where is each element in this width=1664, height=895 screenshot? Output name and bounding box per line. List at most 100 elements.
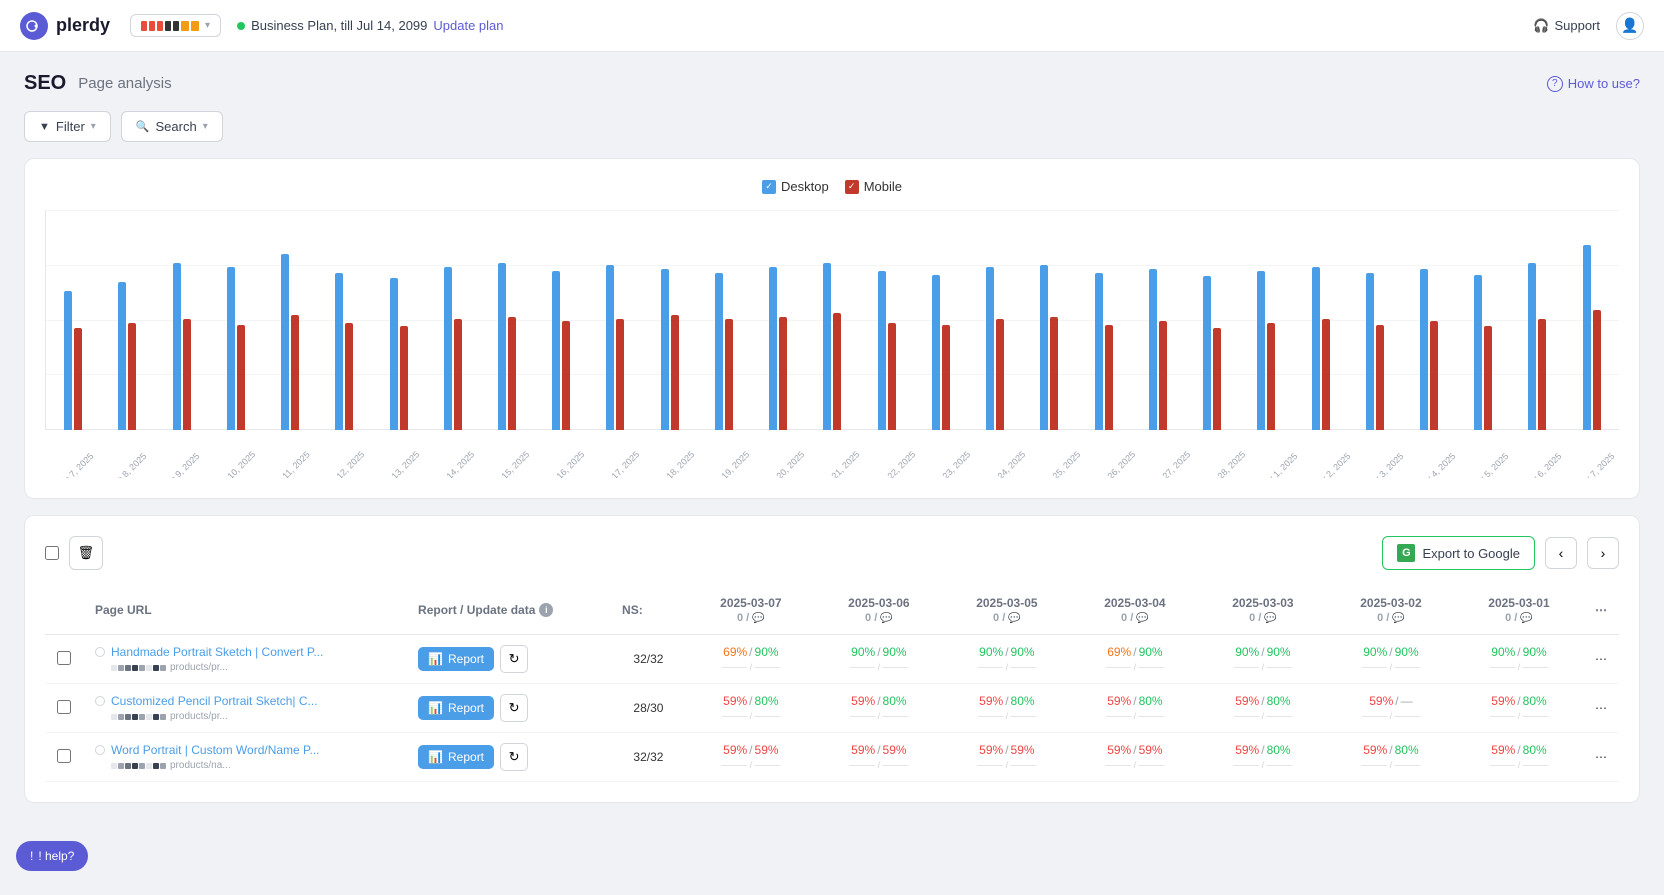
bar-mobile <box>1213 328 1221 430</box>
thumb-bar <box>111 665 117 671</box>
bar-desktop <box>335 273 343 430</box>
bar-mobile <box>671 315 679 430</box>
update-plan-link[interactable]: Update plan <box>433 18 503 33</box>
support-button[interactable]: 🎧 Support <box>1533 18 1600 34</box>
thumb-bar <box>160 665 166 671</box>
table-body: Handmade Portrait Sketch | Convert P... … <box>45 635 1619 782</box>
bar-desktop <box>118 282 126 430</box>
score-cell-1-3: 59%/80%──── / ──── <box>1071 684 1199 733</box>
table-header-row: Page URL Report / Update data i NS: 2025… <box>45 586 1619 635</box>
table-toolbar: 🗑 G Export to Google ‹ › <box>45 536 1619 570</box>
bar-mobile <box>291 315 299 430</box>
score-mobile: 80% <box>755 694 779 708</box>
chevron-down-icon: ▾ <box>91 121 96 132</box>
row-checkbox-2[interactable] <box>57 749 71 763</box>
bar-group <box>534 271 588 430</box>
more-cell[interactable]: ⋯ <box>1583 635 1619 684</box>
url-title-1[interactable]: Customized Pencil Portrait Sketch| C... <box>111 694 318 708</box>
select-all-checkbox[interactable] <box>45 546 59 560</box>
support-label: Support <box>1554 18 1600 33</box>
score-desktop: 59% <box>723 694 747 708</box>
bar-mobile <box>237 325 245 430</box>
chart-legend: ✓ Desktop ✓ Mobile <box>45 179 1619 194</box>
bar-group <box>751 267 805 430</box>
row-checkbox-1[interactable] <box>57 700 71 714</box>
chart-x-label: Feb 13, 2025 <box>376 449 422 478</box>
bar-group <box>588 265 642 430</box>
score-desktop: 59% <box>979 694 1003 708</box>
refresh-button-1[interactable]: ↻ <box>500 694 528 722</box>
bar-mobile <box>128 323 136 430</box>
bar-desktop <box>1583 245 1591 430</box>
help-button[interactable]: ! ! help? <box>16 841 88 871</box>
chart-panel: ✓ Desktop ✓ Mobile <box>24 158 1640 499</box>
chart-x-label: Mar 3, 2025 <box>1362 449 1406 478</box>
user-profile-button[interactable]: 👤 <box>1616 12 1644 40</box>
bar-mobile <box>1430 321 1438 430</box>
url-title-2[interactable]: Word Portrait | Custom Word/Name P... <box>111 743 320 757</box>
plan-selector[interactable]: ▾ <box>130 14 221 37</box>
score-cell-1-2: 59%/80%──── / ──── <box>943 684 1071 733</box>
circle-indicator <box>95 745 105 755</box>
thumb-bar <box>146 665 152 671</box>
refresh-button-0[interactable]: ↻ <box>500 645 528 673</box>
bar-desktop <box>281 254 289 430</box>
report-button-0[interactable]: 📊 Report <box>418 647 494 671</box>
chart-x-label: Mar 6, 2025 <box>1521 449 1565 478</box>
next-page-button[interactable]: › <box>1587 537 1619 569</box>
delete-button[interactable]: 🗑 <box>69 536 103 570</box>
filter-button[interactable]: ▼ Filter ▾ <box>24 111 111 142</box>
search-button[interactable]: 🔍 Search ▾ <box>121 111 223 142</box>
bar-group <box>1022 265 1076 430</box>
search-icon: 🔍 <box>136 120 150 133</box>
report-button-2[interactable]: 📊 Report <box>418 745 494 769</box>
th-ns: NS: <box>610 586 687 635</box>
score-desktop: 59% <box>723 743 747 757</box>
bar-desktop <box>606 265 614 430</box>
bar-mobile <box>1322 319 1330 430</box>
score-desktop: 90% <box>851 645 875 659</box>
table-row: Customized Pencil Portrait Sketch| C... … <box>45 684 1619 733</box>
bar-desktop <box>823 263 831 430</box>
score-cell-0-3: 69%/90%──── / ──── <box>1071 635 1199 684</box>
bar-mobile <box>400 326 408 430</box>
prev-page-button[interactable]: ‹ <box>1545 537 1577 569</box>
bar-mobile <box>942 325 950 430</box>
thumb-bar <box>118 665 124 671</box>
more-cell[interactable]: ⋯ <box>1583 684 1619 733</box>
chart-x-label: Feb 16, 2025 <box>541 449 587 478</box>
google-icon: G <box>1397 544 1415 562</box>
score-cell-2-0: 59%/59%──── / ──── <box>687 733 815 782</box>
row-checkbox-0[interactable] <box>57 651 71 665</box>
bar-desktop <box>661 269 669 430</box>
bar-desktop <box>1528 263 1536 430</box>
report-button-1[interactable]: 📊 Report <box>418 696 494 720</box>
score-mobile: 80% <box>1139 694 1163 708</box>
refresh-button-2[interactable]: ↻ <box>500 743 528 771</box>
thumb-bar <box>153 714 159 720</box>
score-desktop: 69% <box>1107 645 1131 659</box>
bar-mobile <box>1376 325 1384 430</box>
bar-group <box>317 273 371 430</box>
how-to-use-link[interactable]: ? How to use? <box>1547 76 1640 92</box>
logo-icon <box>20 12 48 40</box>
legend-desktop-label: Desktop <box>781 179 829 194</box>
score-mobile: 80% <box>1395 743 1419 757</box>
info-icon[interactable]: i <box>539 603 553 617</box>
score-mobile: 90% <box>1523 645 1547 659</box>
thumb-bar <box>111 763 117 769</box>
url-path-2: products/na... <box>170 760 231 771</box>
url-path-1: products/pr... <box>170 711 228 722</box>
bar-group <box>46 291 100 430</box>
score-cell-2-3: 59%/59%──── / ──── <box>1071 733 1199 782</box>
chart-x-label: Feb 19, 2025 <box>706 449 752 478</box>
chart-x-label: Feb 22, 2025 <box>872 449 918 478</box>
score-cell-0-6: 90%/90%──── / ──── <box>1455 635 1583 684</box>
url-title-0[interactable]: Handmade Portrait Sketch | Convert P... <box>111 645 323 659</box>
more-cell[interactable]: ⋯ <box>1583 733 1619 782</box>
bar-desktop <box>1366 273 1374 430</box>
export-to-google-button[interactable]: G Export to Google <box>1382 536 1535 570</box>
bar-group <box>1402 269 1456 430</box>
chart-x-label: Feb 25, 2025 <box>1037 449 1083 478</box>
chart-x-label: Feb 26, 2025 <box>1092 449 1138 478</box>
